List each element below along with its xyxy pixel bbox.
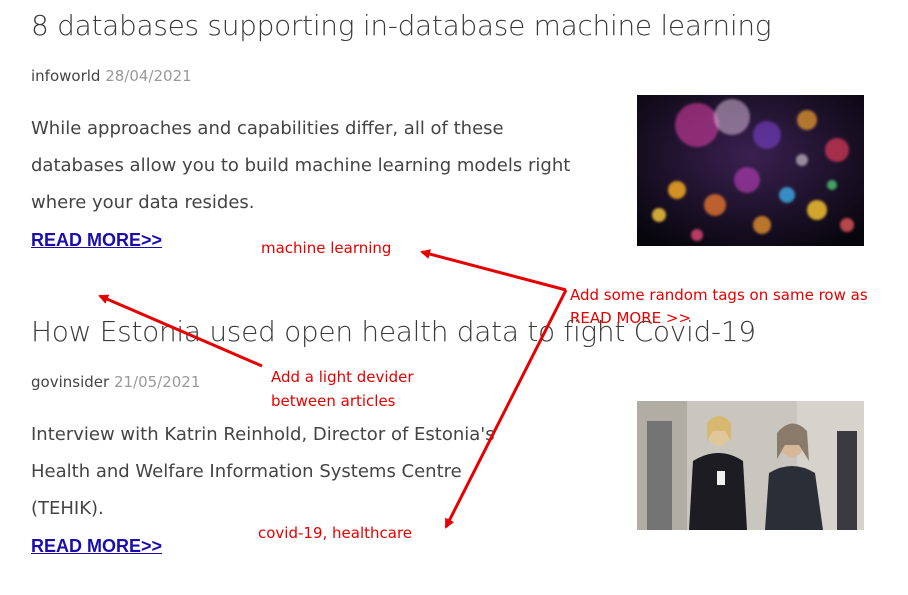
annotation-divider-note-line2: between articles: [271, 392, 396, 410]
article-source: infoworld: [31, 67, 101, 85]
annotation-tags-note-line2: READ MORE >>: [570, 309, 692, 327]
annotation-tag-2: covid-19, healthcare: [258, 524, 413, 542]
article-date: 21/05/2021: [113, 373, 201, 391]
annotation-tags-note-line1: Add some random tags on same row as: [570, 286, 868, 304]
annotation-tag-1: machine learning: [261, 239, 392, 257]
article-meta: govinsider 21/05/2021: [31, 372, 200, 392]
annotation-divider-note-line1: Add a light devider: [271, 368, 414, 386]
article-title[interactable]: 8 databases supporting in-database machi…: [31, 8, 772, 44]
arrow-to-tag-1: [420, 249, 567, 292]
article-thumbnail[interactable]: [637, 401, 864, 552]
article-date: 28/04/2021: [105, 67, 192, 85]
read-more-link[interactable]: READ MORE>>: [31, 230, 162, 251]
article-description: While approaches and capabilities differ…: [31, 118, 571, 213]
article-thumbnail[interactable]: [637, 95, 864, 246]
article-description: Interview with Katrin Reinhold, Director…: [31, 424, 495, 519]
article-meta: infoworld 28/04/2021: [31, 66, 192, 86]
read-more-link[interactable]: READ MORE>>: [31, 536, 162, 557]
article-source: govinsider: [31, 373, 110, 391]
